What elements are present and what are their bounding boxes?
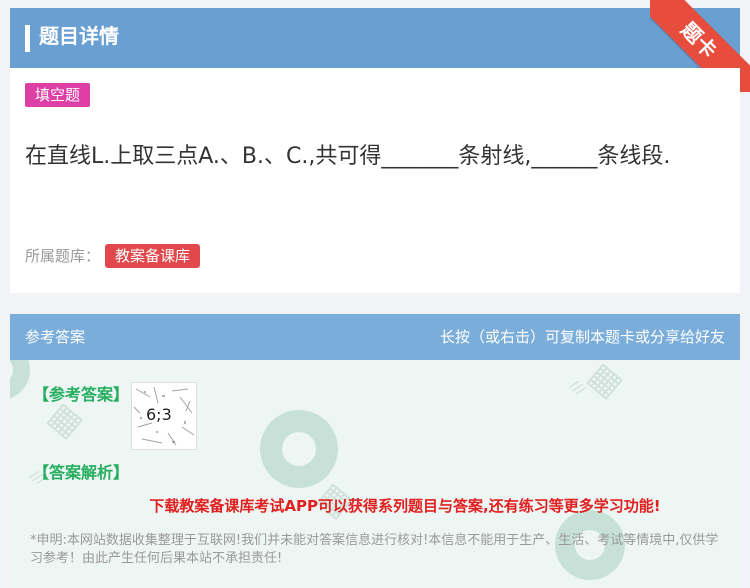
page-title: 题目详情 bbox=[39, 24, 119, 48]
watermark-logo-icon bbox=[260, 410, 338, 488]
answer-image: 6;3 bbox=[131, 382, 197, 450]
reference-answer-label: 【参考答案】 bbox=[33, 385, 130, 404]
answer-value: 6;3 bbox=[146, 405, 172, 424]
title-accent-bar bbox=[25, 25, 30, 52]
app-download-promo[interactable]: 下载教案备课库考试APP可以获得系列题目与答案,还有练习等更多学习功能! bbox=[10, 495, 740, 517]
watermark-glyph: ▦ bbox=[580, 360, 632, 406]
answer-header-title: 参考答案 bbox=[25, 328, 86, 346]
library-label: 所属题库： bbox=[25, 247, 101, 265]
answer-header: 参考答案 长按（或右击）可复制本题卡或分享给好友 bbox=[10, 314, 740, 360]
explanation-label: 【答案解析】 bbox=[33, 463, 130, 482]
page-header: 题目详情 bbox=[10, 8, 740, 68]
question-text: 在直线L.上取三点A.、B.、C.,共可得_______条射线,______条线… bbox=[25, 144, 671, 169]
library-tag[interactable]: 教案备课库 bbox=[105, 244, 201, 268]
watermark-logo-icon bbox=[10, 360, 30, 400]
question-card: 填空题 在直线L.上取三点A.、B.、C.,共可得_______条射线,____… bbox=[10, 68, 740, 293]
copy-share-hint[interactable]: 长按（或右击）可复制本题卡或分享给好友 bbox=[440, 314, 725, 360]
disclaimer-text: *申明:本网站数据收集整理于互联网!我们并未能对答案信息进行核对!本信息不能用于… bbox=[30, 533, 719, 566]
answer-body: ▦ ▦ ▦ /// /// 【参考答案】 6;3 【答案解析】 下载教案备课库考… bbox=[10, 360, 740, 588]
question-type-tag: 填空题 bbox=[25, 83, 91, 107]
